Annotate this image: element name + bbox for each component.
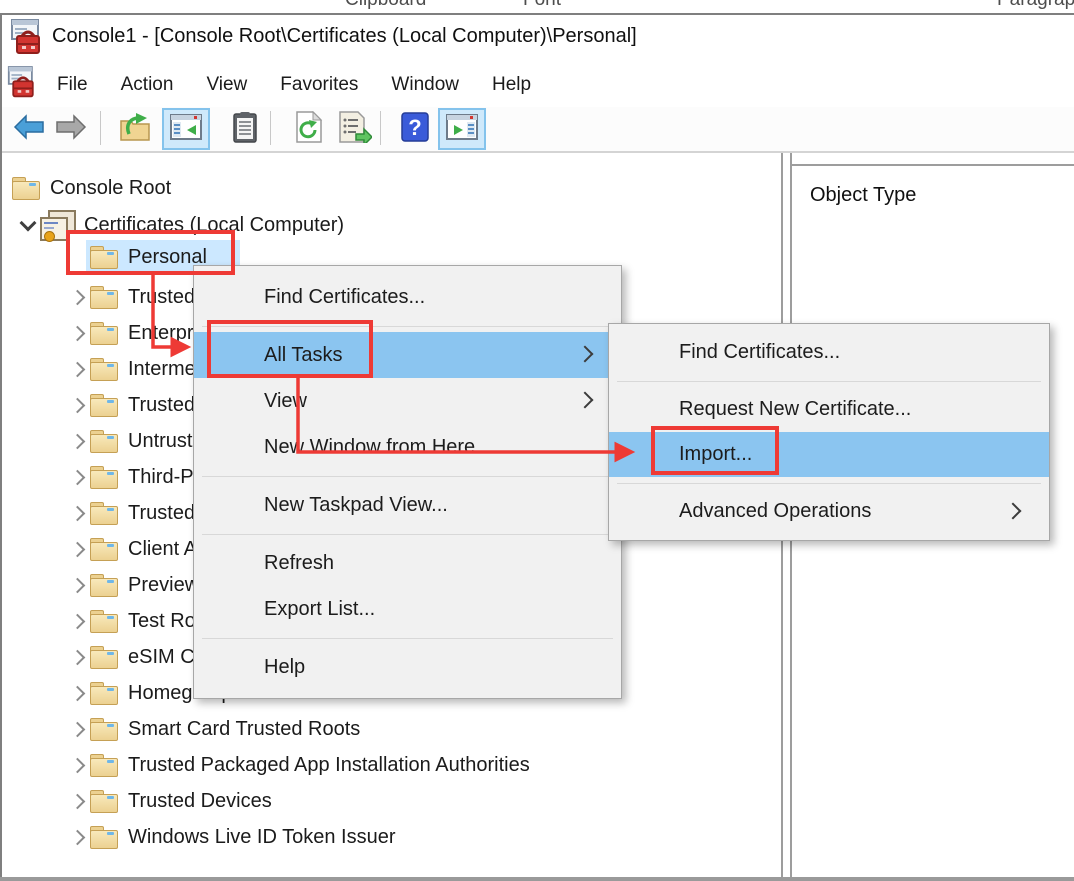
folder-icon [90, 753, 118, 777]
menu-item-label: Refresh [264, 552, 334, 575]
menu-item-label: Import... [679, 443, 752, 466]
folder-icon [90, 429, 118, 453]
menu-item-label: View [264, 390, 307, 413]
mmc-console-window: Clipboard Font Paragraph Console1 - [Con… [0, 0, 1074, 881]
folder-icon [90, 681, 118, 705]
folder-icon [12, 176, 40, 200]
tree-item-label: Windows Live ID Token Issuer [128, 826, 396, 849]
chevron-right-icon[interactable] [66, 357, 90, 381]
chevron-right-icon[interactable] [66, 393, 90, 417]
menu-item-label: Find Certificates... [264, 286, 425, 309]
chevron-right-icon[interactable] [66, 429, 90, 453]
ribbon-label-paragraph: Paragraph [997, 0, 1074, 11]
chevron-right-icon [577, 346, 594, 363]
menu-item-label: Advanced Operations [679, 500, 871, 523]
menu-item-label: Export List... [264, 598, 375, 621]
chevron-spacer [66, 245, 90, 269]
menu-item-view[interactable]: View [194, 378, 621, 424]
folder-icon [90, 609, 118, 633]
menu-item-find-certificates[interactable]: Find Certificates... [609, 330, 1049, 375]
menu-item-new-window-from-here[interactable]: New Window from Here [194, 424, 621, 470]
menu-separator [202, 534, 613, 535]
chevron-right-icon[interactable] [66, 537, 90, 561]
folder-icon [90, 717, 118, 741]
folder-icon [90, 501, 118, 525]
chevron-right-icon[interactable] [66, 609, 90, 633]
tree-item-label: Trusted Packaged App Installation Author… [128, 754, 530, 777]
chevron-right-icon[interactable] [66, 753, 90, 777]
menu-item-advanced-operations[interactable]: Advanced Operations [609, 489, 1049, 534]
all-tasks-submenu: Find Certificates... Request New Certific… [608, 323, 1050, 541]
result-pane-header: Object Type [810, 184, 916, 207]
folder-icon [90, 645, 118, 669]
tree-item-smart-card-trusted-roots[interactable]: Smart Card Trusted Roots [2, 711, 844, 747]
menu-item-label: Help [264, 656, 305, 679]
folder-icon [90, 393, 118, 417]
chevron-right-icon[interactable] [66, 681, 90, 705]
menu-item-import[interactable]: Import... [609, 432, 1049, 477]
chevron-down-icon[interactable] [16, 213, 40, 237]
chevron-right-icon[interactable] [66, 321, 90, 345]
menu-item-label: New Window from Here [264, 436, 475, 459]
tree-item-trusted-devices[interactable]: Trusted Devices [2, 783, 844, 819]
tree-item-label: Trusted Devices [128, 790, 272, 813]
folder-icon [90, 465, 118, 489]
chevron-right-icon[interactable] [66, 717, 90, 741]
chevron-right-icon[interactable] [66, 573, 90, 597]
chevron-right-icon[interactable] [66, 789, 90, 813]
menu-item-new-taskpad-view[interactable]: New Taskpad View... [194, 482, 621, 528]
folder-icon [90, 825, 118, 849]
menu-item-label: Request New Certificate... [679, 398, 911, 421]
chevron-right-icon[interactable] [66, 465, 90, 489]
tree-item-console-root[interactable]: Console Root [2, 170, 790, 206]
folder-icon [90, 537, 118, 561]
menu-item-find-certificates[interactable]: Find Certificates... [194, 274, 621, 320]
menu-item-refresh[interactable]: Refresh [194, 540, 621, 586]
chevron-right-icon[interactable] [66, 645, 90, 669]
menu-item-label: Find Certificates... [679, 341, 840, 364]
tree-item-trusted-packaged-app-installation-authorities[interactable]: Trusted Packaged App Installation Author… [2, 747, 844, 783]
folder-icon [90, 789, 118, 813]
menu-separator [202, 638, 613, 639]
chevron-right-icon [577, 392, 594, 409]
folder-icon [90, 573, 118, 597]
menu-item-export-list[interactable]: Export List... [194, 586, 621, 632]
menu-item-help[interactable]: Help [194, 644, 621, 690]
menu-separator [617, 483, 1041, 484]
tree-item-label: Console Root [50, 177, 171, 200]
result-pane-border [790, 164, 1074, 166]
folder-icon [90, 357, 118, 381]
menu-separator [617, 381, 1041, 382]
menu-item-all-tasks[interactable]: All Tasks [194, 332, 621, 378]
certificates-snapin-icon [40, 210, 74, 240]
folder-icon [90, 245, 118, 269]
tree-item-label: Certificates (Local Computer) [84, 214, 344, 237]
folder-icon [90, 321, 118, 345]
tree-item-certificates-local-computer[interactable]: Certificates (Local Computer) [2, 207, 794, 243]
chevron-right-icon [1005, 502, 1022, 519]
menu-item-label: New Taskpad View... [264, 494, 448, 517]
menu-item-request-new-certificate[interactable]: Request New Certificate... [609, 387, 1049, 432]
tree-item-label: Smart Card Trusted Roots [128, 718, 360, 741]
chevron-right-icon[interactable] [66, 285, 90, 309]
tree-item-windows-live-id-token-issuer[interactable]: Windows Live ID Token Issuer [2, 819, 844, 855]
chevron-right-icon[interactable] [66, 501, 90, 525]
menu-separator [202, 476, 613, 477]
context-menu: Find Certificates... All Tasks View New Win… [193, 265, 622, 699]
menu-item-label: All Tasks [264, 344, 343, 367]
chevron-right-icon[interactable] [66, 825, 90, 849]
menu-separator [202, 326, 613, 327]
folder-icon [90, 285, 118, 309]
